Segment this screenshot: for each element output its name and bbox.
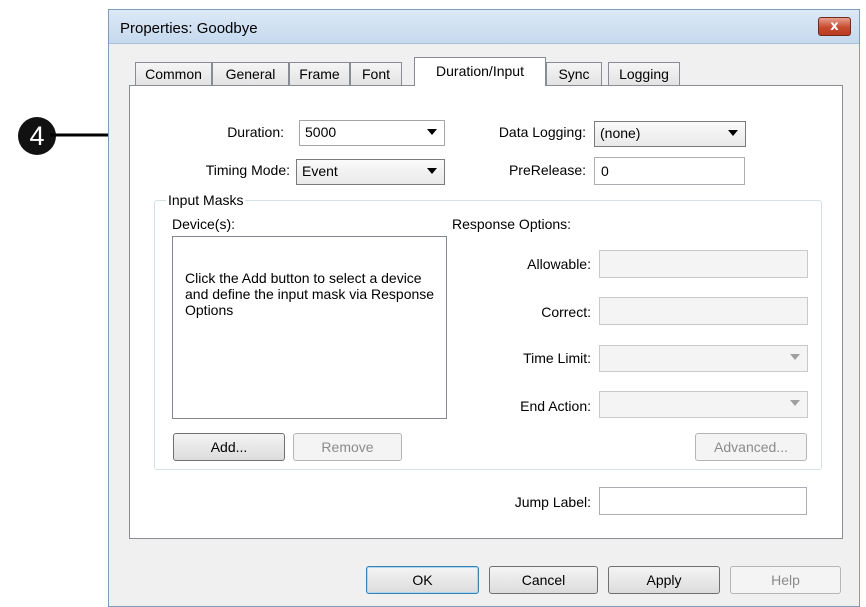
response-options-title: Response Options: (452, 216, 572, 232)
tab-font[interactable]: Font (350, 62, 402, 85)
tab-general[interactable]: General (212, 62, 289, 85)
timing-mode-label: Timing Mode: (205, 162, 290, 178)
time-limit-label: Time Limit: (523, 350, 591, 366)
advanced-button[interactable]: Advanced... (695, 433, 807, 461)
data-logging-value: (none) (600, 125, 641, 141)
chevron-down-icon (427, 129, 437, 135)
data-logging-label: Data Logging: (498, 124, 586, 140)
prerelease-label: PreRelease: (508, 162, 586, 178)
timing-mode-value: Event (302, 163, 338, 179)
close-icon: x (830, 19, 839, 34)
chevron-down-icon (790, 354, 800, 360)
devices-label: Device(s): (172, 216, 236, 232)
help-button[interactable]: Help (730, 566, 841, 594)
cancel-button[interactable]: Cancel (489, 566, 598, 594)
data-logging-select[interactable]: (none) (594, 121, 746, 147)
duration-label: Duration: (227, 124, 284, 140)
jump-label-input[interactable] (599, 487, 807, 515)
tab-frame[interactable]: Frame (289, 62, 350, 85)
add-device-button[interactable]: Add... (173, 433, 285, 461)
input-masks-title: Input Masks (166, 192, 246, 208)
duration-combo[interactable]: 5000 (299, 120, 445, 146)
chevron-down-icon (728, 130, 738, 136)
prerelease-input[interactable]: 0 (594, 157, 745, 185)
chevron-down-icon (427, 168, 437, 174)
allowable-input[interactable] (599, 250, 808, 278)
time-limit-select[interactable] (599, 345, 808, 372)
remove-device-button[interactable]: Remove (293, 433, 402, 461)
apply-button[interactable]: Apply (608, 566, 720, 594)
end-action-select[interactable] (599, 391, 808, 418)
devices-placeholder-text: Click the Add button to select a device … (185, 270, 435, 318)
correct-input[interactable] (599, 297, 808, 325)
jump-label-label: Jump Label: (514, 494, 591, 510)
ok-button[interactable]: OK (366, 566, 479, 594)
duration-value: 5000 (305, 124, 337, 140)
tab-duration-input[interactable]: Duration/Input (414, 57, 546, 86)
end-action-label: End Action: (520, 398, 591, 414)
correct-label: Correct: (541, 304, 591, 320)
timing-mode-select[interactable]: Event (296, 159, 445, 185)
tab-common[interactable]: Common (135, 62, 212, 85)
tab-sync[interactable]: Sync (546, 62, 602, 85)
window-title: Properties: Goodbye (120, 20, 258, 37)
tab-logging[interactable]: Logging (608, 62, 680, 85)
allowable-label: Allowable: (527, 256, 591, 272)
chevron-down-icon (790, 400, 800, 406)
devices-list[interactable] (172, 236, 447, 419)
close-button[interactable]: x (818, 17, 851, 36)
